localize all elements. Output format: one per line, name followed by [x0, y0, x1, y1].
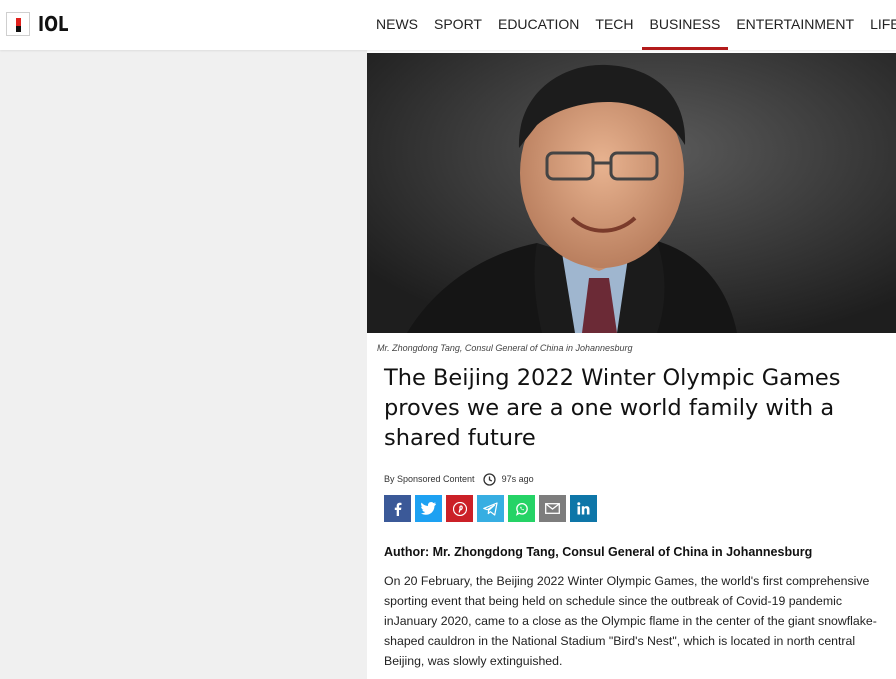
linkedin-icon [577, 502, 590, 515]
telegram-icon [483, 501, 498, 516]
main-nav: NEWS SPORT EDUCATION TECH BUSINESS ENTER… [368, 0, 896, 50]
site-header: IOL NEWS SPORT EDUCATION TECH BUSINESS E… [0, 0, 896, 50]
byline[interactable]: By Sponsored Content [384, 474, 475, 484]
nav-news[interactable]: NEWS [368, 0, 426, 50]
share-linkedin-button[interactable] [570, 495, 597, 522]
nav-business[interactable]: BUSINESS [641, 0, 729, 50]
clock-icon [482, 472, 496, 486]
share-whatsapp-button[interactable] [508, 495, 535, 522]
email-icon [545, 503, 560, 514]
nav-sport[interactable]: SPORT [426, 0, 490, 50]
twitter-icon [421, 502, 436, 515]
logo-mark-icon [6, 12, 30, 36]
nav-education[interactable]: EDUCATION [490, 0, 587, 50]
share-telegram-button[interactable] [477, 495, 504, 522]
photo-caption: Mr. Zhongdong Tang, Consul General of Ch… [377, 343, 633, 353]
share-bar [384, 495, 601, 522]
facebook-icon [394, 502, 401, 516]
article-headline: The Beijing 2022 Winter Olympic Games pr… [384, 365, 841, 451]
nav-lifestyle[interactable]: LIFESTYLE [862, 0, 896, 50]
whatsapp-icon [515, 502, 528, 516]
share-email-button[interactable] [539, 495, 566, 522]
article-photo [367, 53, 896, 333]
page: IOL NEWS SPORT EDUCATION TECH BUSINESS E… [0, 0, 896, 679]
pinterest-icon [452, 501, 467, 516]
article-paragraph: On 20 February, the Beijing 2022 Winter … [384, 574, 877, 668]
logo-text: IOL [38, 12, 69, 36]
article-author: Author: Mr. Zhongdong Tang, Consul Gener… [384, 545, 813, 559]
share-facebook-button[interactable] [384, 495, 411, 522]
article-meta: By Sponsored Content 97s ago [384, 471, 534, 487]
publish-time: 97s ago [501, 474, 534, 484]
share-twitter-button[interactable] [415, 495, 442, 522]
share-pinterest-button[interactable] [446, 495, 473, 522]
site-logo[interactable]: IOL [6, 11, 75, 37]
nav-entertainment[interactable]: ENTERTAINMENT [728, 0, 862, 50]
nav-tech[interactable]: TECH [587, 0, 641, 50]
article: Mr. Zhongdong Tang, Consul General of Ch… [367, 50, 896, 679]
